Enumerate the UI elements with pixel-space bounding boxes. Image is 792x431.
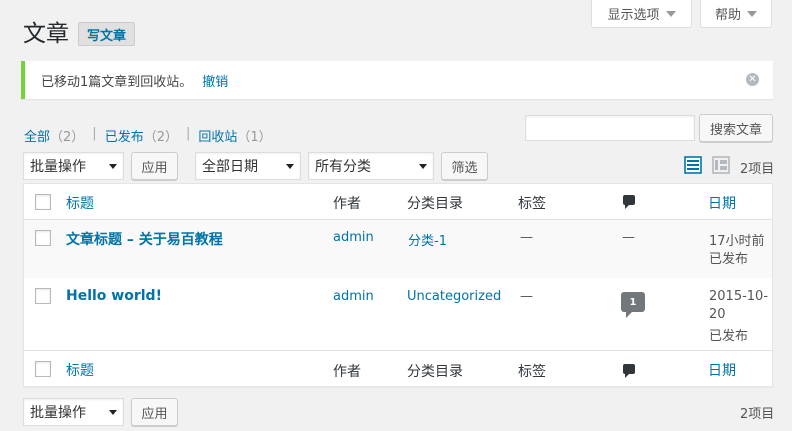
add-new-post-button[interactable]: 写文章 (78, 22, 136, 46)
author-link[interactable]: admin (333, 289, 374, 304)
separator: | (185, 126, 191, 141)
chevron-down-icon (419, 164, 427, 169)
tags-value: — (520, 230, 533, 245)
view-trash-label: 回收站 (198, 130, 238, 145)
post-title-link[interactable]: 文章标题 – 关于易百教程 (66, 229, 223, 249)
column-categories-footer: 分类目录 (407, 364, 463, 380)
success-notice: 已移动1篇文章到回收站。 撤销 (21, 61, 773, 99)
view-trash-link[interactable]: 回收站（1） (198, 126, 271, 145)
screen-options-label: 显示选项 (607, 8, 660, 23)
date-value: 17小时前 (709, 234, 765, 249)
row-checkbox[interactable] (35, 288, 51, 304)
select-all-checkbox[interactable] (35, 194, 51, 210)
view-published-count: （2） (143, 130, 178, 145)
row-checkbox[interactable] (35, 230, 51, 246)
page-title: 文章 (23, 21, 69, 47)
notice-message: 已移动1篇文章到回收站。 (41, 74, 193, 90)
view-all-count: （2） (50, 130, 85, 145)
view-trash-count: （1） (237, 130, 272, 145)
bulk-action-select[interactable]: 批量操作 (23, 152, 124, 180)
column-tags-header: 标签 (518, 196, 546, 212)
chevron-down-icon (665, 10, 676, 17)
chevron-down-icon (747, 10, 757, 17)
tags-value: — (520, 289, 533, 304)
category-filter-select[interactable]: 所有分类 (308, 152, 434, 180)
date-filter-value: 全部日期 (202, 159, 258, 175)
search-input[interactable] (525, 115, 695, 141)
column-title-footer[interactable]: 标题 (66, 360, 94, 380)
column-tags-footer: 标签 (518, 364, 546, 380)
category-link[interactable]: 分类-1 (408, 230, 447, 249)
chevron-down-icon (286, 164, 294, 169)
undo-link[interactable]: 撤销 (202, 71, 228, 90)
post-status-filter: 全部（2） | 已发布（2） | 回收站（1） (24, 126, 272, 145)
post-status: 已发布 (709, 252, 749, 267)
column-date-header[interactable]: 日期 (708, 193, 736, 213)
comment-bubble-icon (623, 364, 635, 378)
chevron-down-icon (109, 164, 117, 169)
date-value: 2015-10- (709, 289, 769, 304)
chevron-down-icon (109, 410, 117, 415)
author-link[interactable]: admin (333, 230, 374, 245)
post-title-link[interactable]: Hello world! (66, 288, 162, 304)
filter-button[interactable]: 筛选 (441, 152, 488, 180)
column-author-header: 作者 (333, 196, 361, 212)
column-date-footer[interactable]: 日期 (708, 360, 736, 380)
comment-count-badge[interactable]: 1 (621, 292, 645, 318)
search-button[interactable]: 搜索文章 (699, 114, 773, 142)
help-label: 帮助 (714, 8, 741, 23)
comments-value: — (622, 230, 635, 245)
view-published-label: 已发布 (104, 130, 144, 145)
dismiss-icon[interactable]: ✕ (746, 73, 759, 86)
posts-table: 标题 作者 分类目录 标签 日期 文章标题 – 关于易百教程 admin 分类-… (23, 183, 773, 387)
column-categories-header: 分类目录 (407, 196, 463, 212)
view-published-link[interactable]: 已发布（2） (105, 126, 178, 145)
post-status: 已发布 (709, 329, 749, 344)
column-title-header[interactable]: 标题 (66, 193, 94, 213)
column-author-footer: 作者 (333, 364, 361, 380)
bulk-action-value: 批量操作 (30, 405, 86, 421)
select-all-checkbox[interactable] (35, 361, 51, 377)
items-count: 2项目 (740, 162, 775, 177)
divider (24, 350, 772, 351)
list-view-icon[interactable] (684, 156, 702, 174)
screen-options-button[interactable]: 显示选项 (591, 0, 692, 28)
apply-button-bottom[interactable]: 应用 (131, 398, 178, 426)
view-all-link[interactable]: 全部（2） (24, 126, 84, 145)
view-all-label: 全部 (24, 130, 51, 145)
items-count-bottom: 2项目 (740, 407, 775, 422)
date-value: 20 (709, 307, 726, 322)
apply-button[interactable]: 应用 (131, 152, 178, 180)
category-link[interactable]: Uncategorized (407, 289, 501, 304)
date-filter-select[interactable]: 全部日期 (195, 152, 301, 180)
separator: | (92, 126, 97, 141)
help-button[interactable]: 帮助 (700, 0, 772, 28)
excerpt-view-icon[interactable] (712, 156, 730, 174)
bulk-action-select-bottom[interactable]: 批量操作 (23, 398, 124, 426)
category-filter-value: 所有分类 (315, 159, 371, 175)
comment-bubble-icon (623, 195, 635, 209)
bulk-action-value: 批量操作 (30, 159, 86, 175)
